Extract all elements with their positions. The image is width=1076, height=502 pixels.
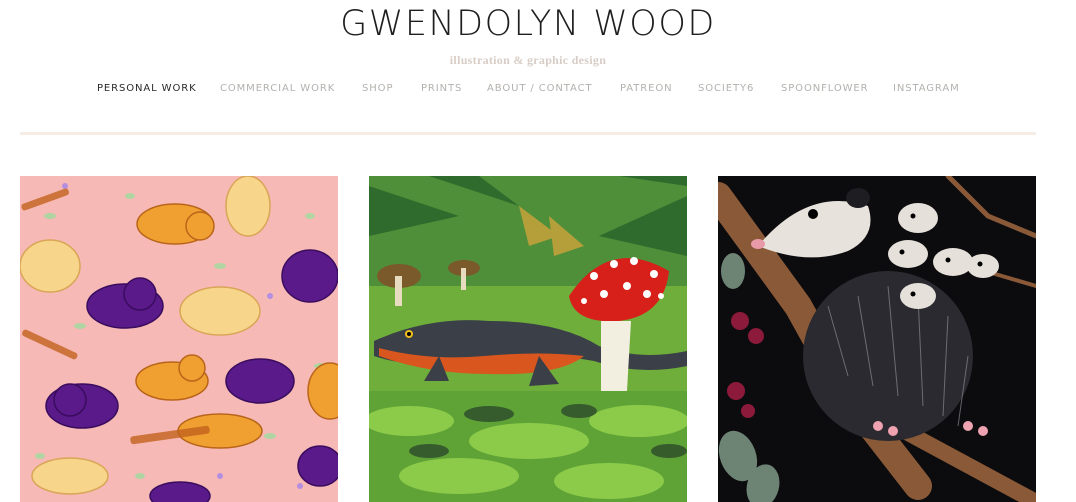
cats-pattern-illustration (20, 176, 338, 502)
nav-instagram[interactable]: INSTAGRAM (893, 83, 960, 94)
nav-commercial-work[interactable]: COMMERCIAL WORK (220, 83, 335, 94)
newt-mushroom-illustration (369, 176, 687, 502)
nav-prints[interactable]: PRINTS (421, 83, 462, 94)
gallery-item-opossums[interactable] (718, 176, 1036, 502)
nav-patreon[interactable]: PATREON (620, 83, 672, 94)
opossums-illustration (718, 176, 1036, 502)
site-tagline: illustration & graphic design (449, 53, 607, 67)
nav-spoonflower[interactable]: SPOONFLOWER (781, 83, 869, 94)
main-nav: PERSONAL WORK COMMERCIAL WORK SHOP PRINT… (0, 83, 1056, 97)
site-header: GWENDOLYN WOOD illustration & graphic de… (0, 0, 1076, 140)
header-divider (20, 132, 1036, 135)
gallery-item-newt-mushroom[interactable] (369, 176, 687, 502)
gallery-grid (0, 176, 1076, 502)
nav-society6[interactable]: SOCIETY6 (698, 83, 754, 94)
site-title[interactable]: GWENDOLYN WOOD (0, 4, 1056, 44)
nav-personal-work[interactable]: PERSONAL WORK (97, 83, 197, 94)
gallery-item-cats-pattern[interactable] (20, 176, 338, 502)
nav-shop[interactable]: SHOP (362, 83, 393, 94)
nav-about-contact[interactable]: ABOUT / CONTACT (487, 83, 592, 94)
